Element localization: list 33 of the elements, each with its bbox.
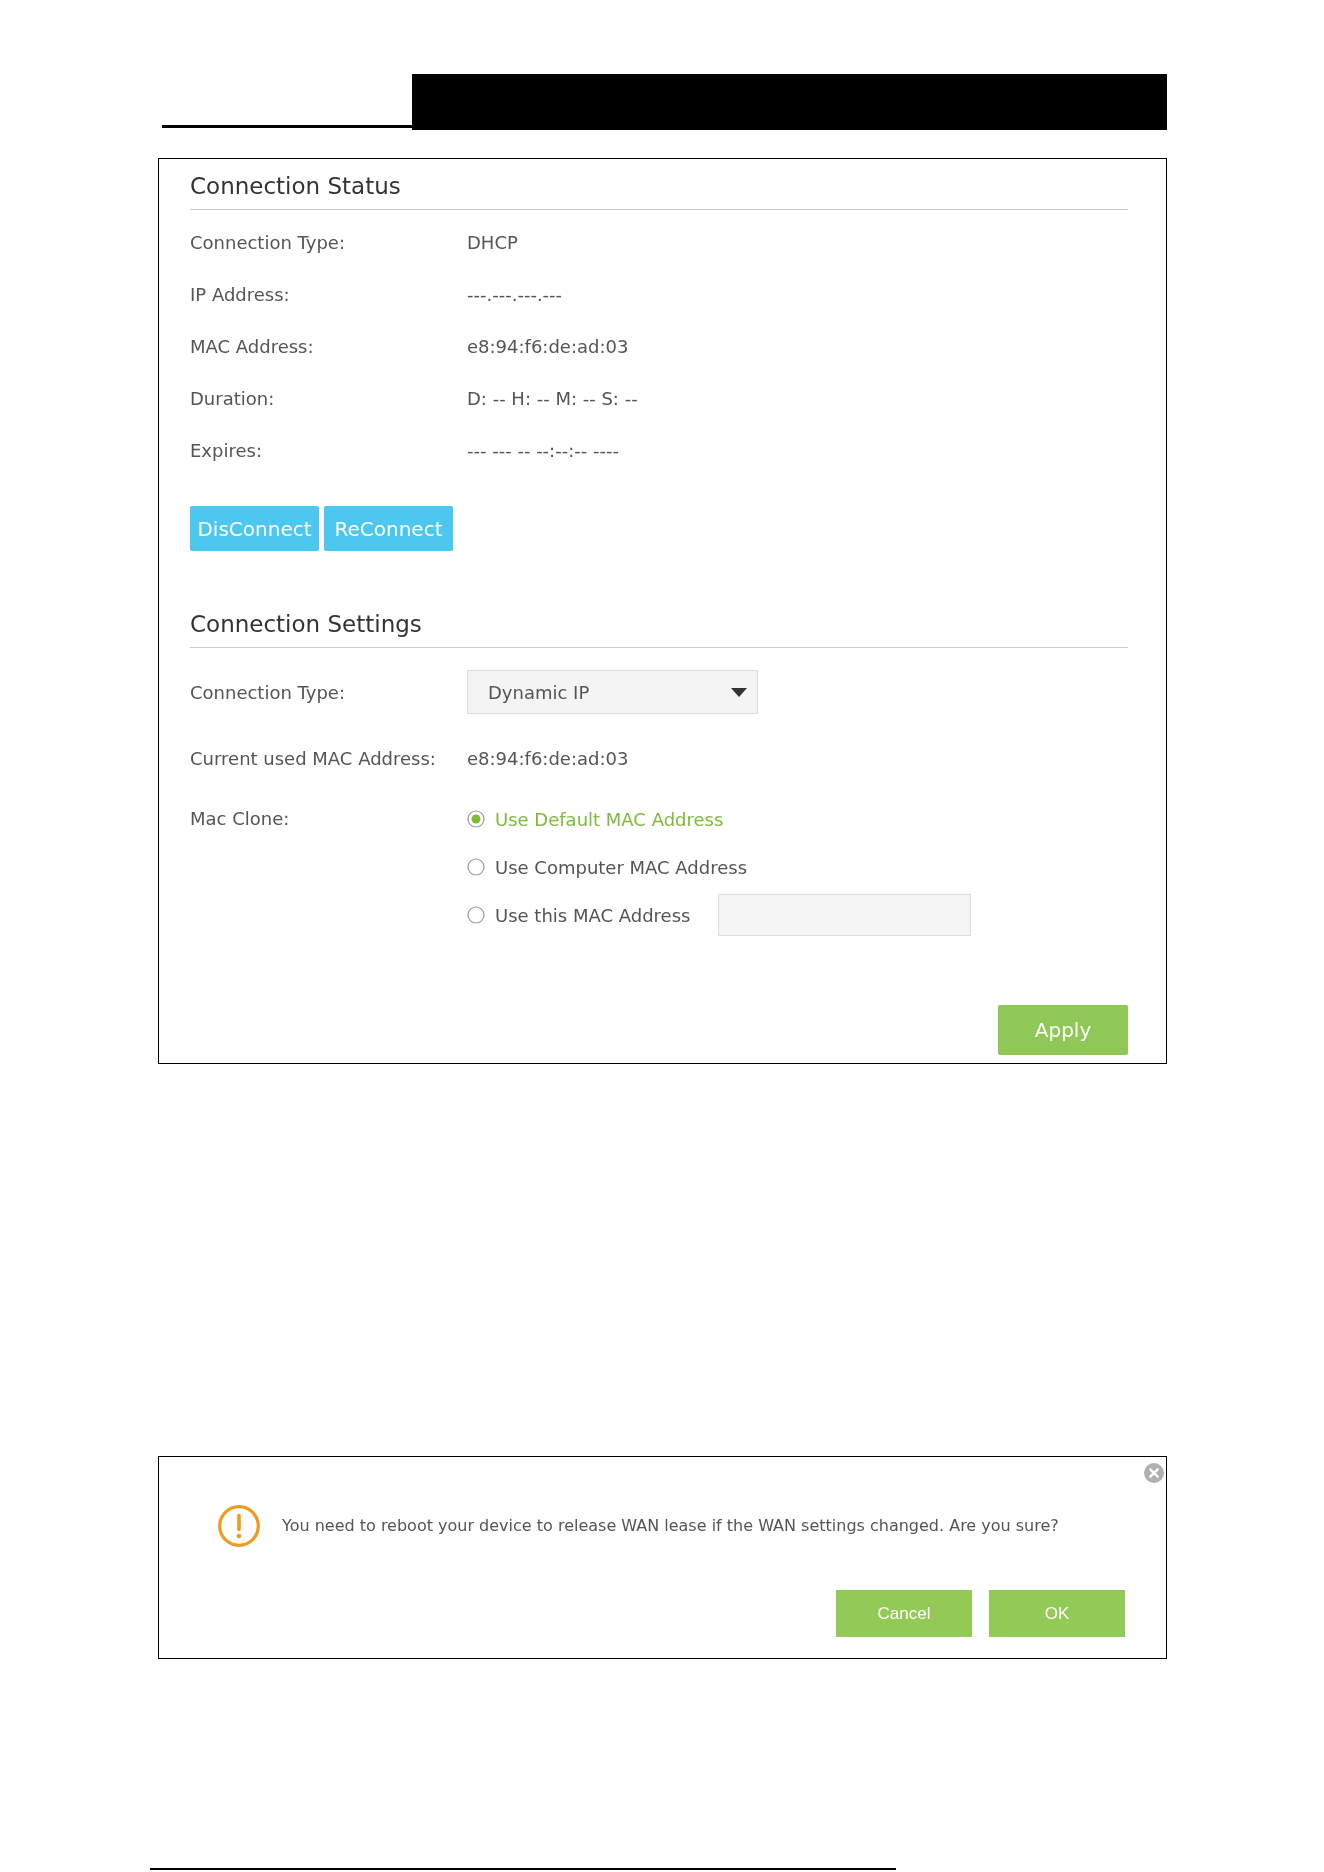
dialog-message: You need to reboot your device to release WAN lease if the WAN settings changed. Are you sure?	[282, 1515, 1059, 1537]
field-value: D: -- H: -- M: -- S: --	[467, 386, 638, 411]
action-button[interactable]: DisConnect	[190, 506, 319, 551]
field-label: Current used MAC Address:	[190, 746, 437, 771]
field-label: Connection Type:	[190, 680, 346, 705]
section-heading: Connection Settings	[190, 610, 1128, 648]
field-value: ---.---.---.---	[467, 282, 563, 307]
field-label: MAC Address:	[190, 334, 315, 359]
apply-button[interactable]: Apply	[998, 1005, 1128, 1055]
field-value: e8:94:f6:de:ad:03	[467, 746, 629, 771]
radio-label[interactable]: Use Computer MAC Address	[495, 853, 748, 881]
close-icon[interactable]	[1144, 1463, 1164, 1483]
radio-button[interactable]	[467, 810, 485, 828]
field-label: Mac Clone:	[190, 807, 291, 831]
field-value: DHCP	[467, 230, 518, 255]
field-label: Expires:	[190, 438, 263, 463]
field-value: e8:94:f6:de:ad:03	[467, 334, 629, 359]
mac-address-field[interactable]	[718, 894, 972, 936]
field-label: Connection Type:	[190, 230, 346, 255]
warning-icon	[218, 1505, 260, 1547]
field-label: IP Address:	[190, 282, 291, 307]
action-button[interactable]: ReConnect	[324, 506, 453, 551]
radio-label[interactable]: Use Default MAC Address	[495, 805, 724, 833]
field-label: Duration:	[190, 386, 276, 411]
radio-button[interactable]	[467, 858, 485, 876]
caret-icon	[731, 687, 747, 697]
radio-button[interactable]	[467, 906, 485, 924]
field-value: --- --- -- --:--:-- ----	[467, 438, 619, 463]
dialog-button[interactable]: OK	[989, 1590, 1125, 1637]
connection-type-dropdown[interactable]: Dynamic IP	[467, 670, 758, 714]
dialog-button[interactable]: Cancel	[836, 1590, 972, 1637]
radio-label[interactable]: Use this MAC Address	[495, 901, 691, 929]
section-heading: Connection Status	[190, 172, 1128, 210]
